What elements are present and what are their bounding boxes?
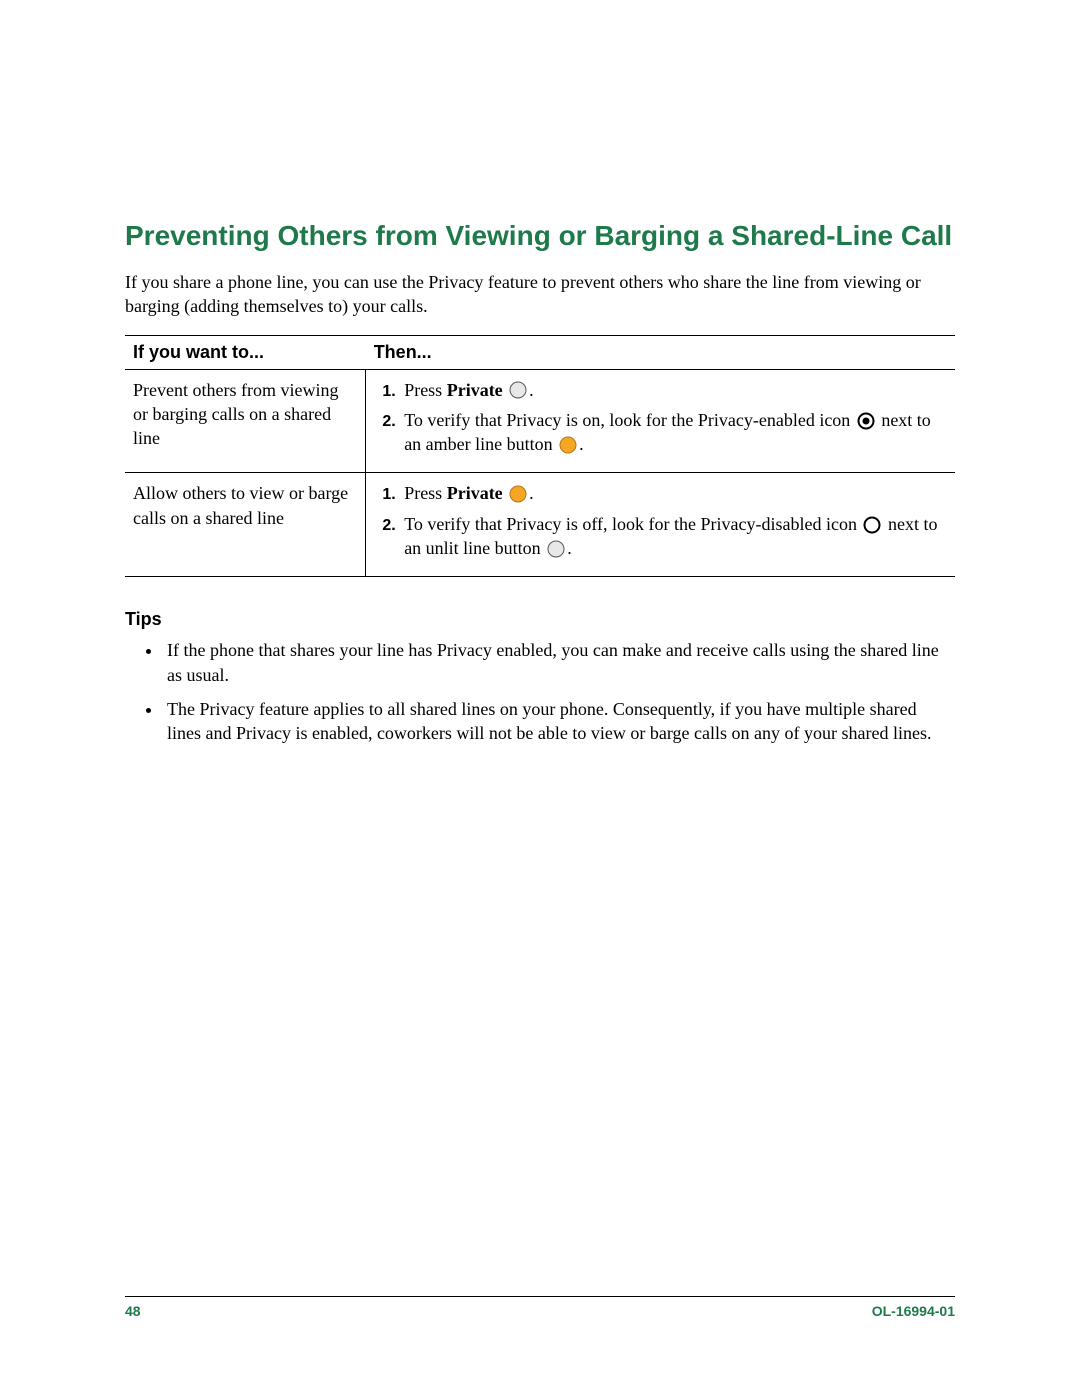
privacy-enabled-icon [857, 412, 875, 430]
page-number: 48 [125, 1303, 141, 1319]
tip-item: If the phone that shares your line has P… [163, 638, 955, 687]
tips-heading: Tips [125, 609, 955, 630]
section-heading: Preventing Others from Viewing or Bargin… [125, 220, 955, 252]
table-header-col2: Then... [366, 335, 955, 369]
tips-list: If the phone that shares your line has P… [125, 638, 955, 745]
doc-number: OL-16994-01 [872, 1303, 955, 1319]
line-button-amber-icon [559, 436, 577, 454]
page: Preventing Others from Viewing or Bargin… [0, 0, 1080, 1397]
table-header-col1: If you want to... [125, 335, 366, 369]
step-item: To verify that Privacy is off, look for … [400, 512, 947, 561]
line-button-amber-icon [509, 485, 527, 503]
table-row: Prevent others from viewing or barging c… [125, 369, 955, 473]
step-item: To verify that Privacy is on, look for t… [400, 408, 947, 457]
tip-item: The Privacy feature applies to all share… [163, 697, 955, 746]
row-want: Allow others to view or barge calls on a… [125, 473, 366, 577]
row-then: Press Private . To verify that Privacy i… [366, 369, 955, 473]
privacy-disabled-icon [863, 516, 881, 534]
instructions-table: If you want to... Then... Prevent others… [125, 335, 955, 578]
row-want: Prevent others from viewing or barging c… [125, 369, 366, 473]
table-row: Allow others to view or barge calls on a… [125, 473, 955, 577]
page-footer: 48 OL-16994-01 [125, 1296, 955, 1319]
row-then: Press Private . To verify that Privacy i… [366, 473, 955, 577]
step-item: Press Private . [400, 378, 947, 402]
line-button-unlit-icon [509, 381, 527, 399]
line-button-unlit-icon [547, 540, 565, 558]
step-item: Press Private . [400, 481, 947, 505]
intro-paragraph: If you share a phone line, you can use t… [125, 270, 955, 319]
